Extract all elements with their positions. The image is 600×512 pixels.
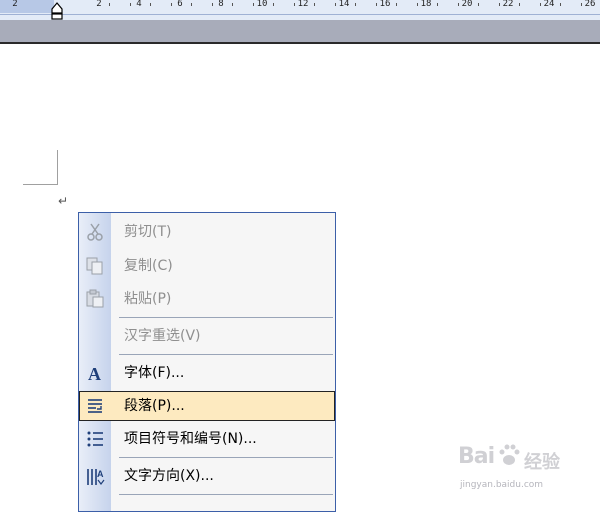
ruler-gray-band [0,20,600,42]
ruler-ticks: 2 2 4 6 8 10 12 14 16 18 20 22 24 26 [0,0,600,13]
ruler-tick-label: 4 [136,0,142,9]
ruler-tick-label: 2 [12,0,18,9]
baidu-jingyan-watermark: Bai 经验 jingyan.baidu.com [458,440,598,500]
ruler-tick-label: 26 [584,0,596,9]
ruler-divider [0,14,600,15]
watermark-brand: Bai [458,444,495,469]
ruler-minor-tick [396,3,397,6]
ruler-minor-tick [416,3,418,6]
menu-item-label: 文字方向(X)... [124,468,214,484]
menu-item-label: 剪切(T) [124,224,172,240]
ruler-minor-tick [293,3,295,6]
horizontal-ruler[interactable]: 2 2 4 6 8 10 12 14 16 18 20 22 24 26 [0,0,600,20]
menu-item-label: 汉字重选(V) [124,328,201,344]
ruler-minor-tick [539,3,541,6]
font-icon: A [88,364,101,383]
paw-logo-icon [499,444,520,465]
ruler-minor-tick [252,3,254,6]
ruler-minor-tick [498,3,500,6]
bullets-numbering-icon [87,431,103,447]
svg-text:A: A [88,364,101,383]
ruler-minor-tick [314,3,315,6]
ruler-tick-label: 12 [297,0,309,9]
cut-icon [87,223,103,241]
ruler-minor-tick [560,3,561,6]
watermark-url: jingyan.baidu.com [460,480,544,490]
ruler-tick-label: 22 [502,0,514,9]
menu-item-paragraph[interactable]: 段落(P)... [79,391,335,421]
menu-item-copy[interactable]: 复制(C) [79,251,335,281]
menu-separator [119,354,333,355]
menu-item-label: 字体(F)... [124,365,185,381]
ruler-tick-label: 8 [218,0,224,9]
ruler-minor-tick [170,3,172,6]
menu-item-cut[interactable]: 剪切(T) [79,217,335,247]
paste-icon [86,289,104,308]
ruler-minor-tick [129,3,131,6]
menu-item-label: 段落(P)... [124,398,185,414]
menu-item-bullets-numbering[interactable]: 项目符号和编号(N)... [79,424,335,454]
ruler-tick-label: 10 [256,0,268,9]
paragraph-mark: ↵ [58,194,69,208]
menu-separator [119,494,333,495]
menu-item-font[interactable]: A 字体(F)... [79,358,335,388]
menu-item-paste[interactable]: 粘贴(P) [79,284,335,314]
ruler-minor-tick [211,3,213,6]
ruler-minor-tick [273,3,274,6]
svg-text:A: A [97,469,104,479]
ruler-tick-label: 14 [338,0,350,9]
copy-icon [86,257,103,275]
ruler-minor-tick [478,3,479,6]
ruler-minor-tick [519,3,520,6]
ruler-minor-tick [109,3,110,6]
menu-item-reconvert[interactable]: 汉字重选(V) [79,321,335,351]
menu-separator [119,457,333,458]
ruler-minor-tick [457,3,459,6]
text-direction-icon: A [87,469,105,485]
ruler-minor-tick [355,3,356,6]
ruler-tick-label: 20 [461,0,473,9]
watermark-brand-suffix: 经验 [524,452,560,473]
ruler-tick-label: 18 [420,0,432,9]
indent-marker-icon[interactable] [50,2,64,20]
ruler-minor-tick [191,3,192,6]
ruler-minor-tick [232,3,233,6]
ruler-tick-label: 16 [379,0,391,9]
ruler-minor-tick [437,3,438,6]
paragraph-icon [88,399,102,413]
ruler-tick-label: 2 [96,0,102,9]
menu-separator [119,317,333,318]
margin-corner-mark [57,150,58,184]
ruler-minor-tick [580,3,582,6]
ruler-minor-tick [150,3,151,6]
margin-corner-mark [23,184,58,185]
ruler-tick-label: 6 [177,0,183,9]
ruler-minor-tick [375,3,377,6]
ruler-minor-tick [334,3,336,6]
menu-item-label: 复制(C) [124,258,173,274]
menu-item-text-direction[interactable]: A 文字方向(X)... [79,461,335,491]
context-menu: 剪切(T) 复制(C) 粘贴(P) 汉字重选(V) A 字体(F)... 段落(… [78,212,336,512]
menu-item-label: 粘贴(P) [124,291,172,307]
menu-item-label: 项目符号和编号(N)... [124,431,257,447]
ruler-tick-label: 24 [543,0,555,9]
